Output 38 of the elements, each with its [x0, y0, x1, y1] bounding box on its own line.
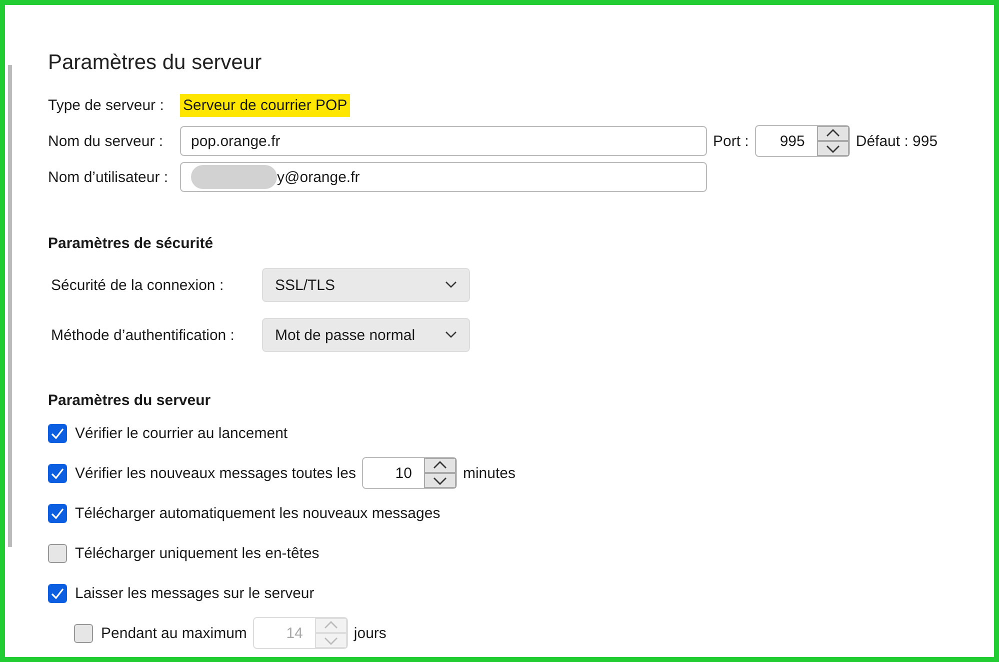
- checkbox-label: Pendant au maximum: [101, 624, 247, 642]
- port-spinner[interactable]: 995: [754, 125, 850, 157]
- chevron-down-icon: [445, 281, 457, 289]
- section-heading: Paramètres de sécurité: [48, 235, 214, 252]
- checkbox[interactable]: [48, 464, 67, 482]
- checkbox[interactable]: [48, 584, 67, 602]
- checkbox-label: Télécharger automatiquement les nouveaux messages: [75, 504, 440, 522]
- server-name-field[interactable]: pop.orange.fr: [180, 126, 707, 156]
- server-type-value: Serveur de courrier POP: [180, 94, 350, 116]
- chevron-down-icon: [445, 331, 457, 339]
- checkbox-label: Vérifier les nouveaux messages toutes les: [75, 464, 356, 482]
- spin-arrows-icon[interactable]: [816, 126, 849, 156]
- checkbox[interactable]: [48, 504, 67, 522]
- dropdown[interactable]: SSL/TLS: [262, 268, 470, 302]
- checkbox-label: Télécharger uniquement les en-têtes: [75, 544, 320, 562]
- number-spinner[interactable]: 10: [362, 457, 457, 489]
- checkbox-label: Laisser les messages sur le serveur: [75, 584, 314, 602]
- section-heading: Paramètres du serveur: [48, 392, 212, 409]
- field-label: Méthode d’authentification :: [51, 326, 236, 344]
- field-label: Nom du serveur :: [48, 132, 164, 150]
- checkbox[interactable]: [48, 424, 67, 442]
- spin-arrows-icon[interactable]: [424, 458, 456, 488]
- username-field[interactable]: y@orange.fr: [180, 162, 707, 192]
- unit-label: minutes: [462, 464, 516, 482]
- checkbox-label: Vérifier le courrier au lancement: [75, 424, 288, 442]
- default-port-text: Défaut : 995: [856, 132, 938, 150]
- checkmark-icon: [51, 468, 64, 478]
- checkmark-icon: [51, 508, 64, 518]
- checkmark-icon: [51, 428, 64, 438]
- page-title: Paramètres du serveur: [48, 51, 263, 75]
- checkmark-icon: [51, 588, 64, 598]
- field-label: Type de serveur :: [48, 96, 165, 114]
- checkbox[interactable]: [48, 544, 67, 562]
- unit-label: jours: [354, 624, 386, 642]
- port-label: Port :: [713, 132, 749, 150]
- field-label: Sécurité de la connexion :: [51, 276, 225, 294]
- field-label: Nom d’utilisateur :: [48, 168, 170, 186]
- dropdown[interactable]: Mot de passe normal: [262, 318, 470, 352]
